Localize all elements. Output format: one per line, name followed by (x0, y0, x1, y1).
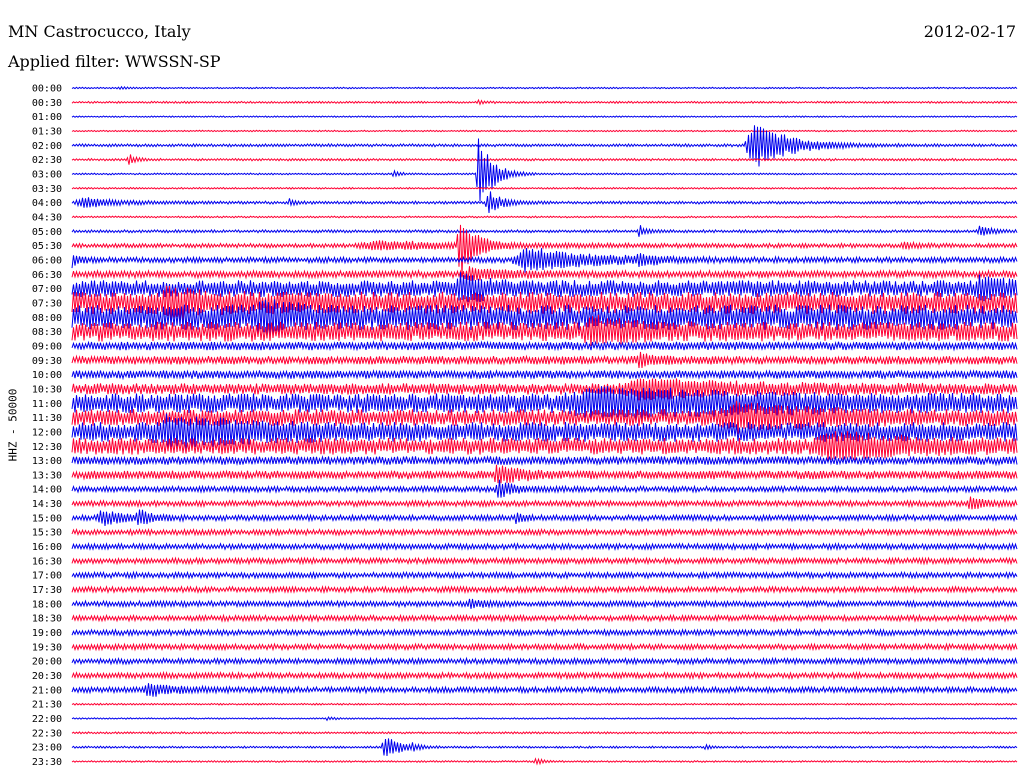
trace-1430 (71, 496, 1018, 510)
trace-1900 (71, 627, 1018, 638)
trace-2000 (71, 656, 1018, 666)
trace-0630 (71, 266, 1018, 281)
time-label: 22:30 (32, 728, 62, 739)
time-label: 12:00 (32, 427, 62, 438)
time-label: 09:30 (32, 356, 62, 367)
time-label: 12:30 (32, 442, 62, 453)
time-label: 05:00 (32, 227, 62, 238)
trace-0230 (71, 154, 1018, 165)
time-label: 20:30 (32, 671, 62, 682)
trace-0530 (71, 224, 1018, 277)
time-label: 02:00 (32, 141, 62, 152)
time-label: 04:00 (32, 198, 62, 209)
trace-0600 (71, 248, 1018, 273)
time-label: 17:30 (32, 585, 62, 596)
time-label: 21:30 (32, 700, 62, 711)
time-label: 13:30 (32, 470, 62, 481)
time-label: 00:30 (32, 98, 62, 109)
trace-0900 (71, 340, 1018, 352)
time-label: 05:30 (32, 241, 62, 252)
time-label: 13:00 (32, 456, 62, 467)
trace-0000 (71, 85, 1018, 91)
trace-0330 (71, 186, 1018, 190)
time-label: 19:00 (32, 628, 62, 639)
time-label: 06:00 (32, 255, 62, 266)
time-label: 03:00 (32, 169, 62, 180)
time-label: 21:00 (32, 685, 62, 696)
time-label: 06:30 (32, 270, 62, 281)
time-label: 17:00 (32, 571, 62, 582)
time-label: 22:00 (32, 714, 62, 725)
time-label: 09:00 (32, 341, 62, 352)
trace-1930 (71, 642, 1018, 652)
time-label: 03:30 (32, 184, 62, 195)
trace-1600 (71, 541, 1018, 552)
time-label: 23:30 (32, 757, 62, 768)
time-label: 14:00 (32, 485, 62, 496)
time-label: 11:00 (32, 399, 62, 410)
trace-0930 (71, 351, 1018, 368)
time-label: 10:00 (32, 370, 62, 381)
time-label: 16:00 (32, 542, 62, 553)
trace-2030 (71, 670, 1018, 681)
trace-1730 (71, 584, 1018, 595)
time-label: 01:30 (32, 126, 62, 137)
time-label: 01:00 (32, 112, 62, 123)
time-label: 00:00 (32, 84, 62, 95)
time-label: 02:30 (32, 155, 62, 166)
trace-0430 (71, 215, 1018, 219)
trace-0300 (71, 138, 1018, 202)
time-label: 04:30 (32, 212, 62, 223)
trace-0100 (71, 115, 1018, 119)
trace-2100 (71, 683, 1018, 697)
trace-0030 (71, 98, 1018, 106)
time-label: 18:00 (32, 599, 62, 610)
time-label: 08:30 (32, 327, 62, 338)
trace-0500 (71, 225, 1018, 237)
trace-1700 (71, 570, 1018, 580)
time-label: 14:30 (32, 499, 62, 510)
time-label: 20:00 (32, 657, 62, 668)
trace-2330 (71, 757, 1018, 766)
trace-1330 (71, 464, 1018, 484)
trace-2230 (71, 731, 1018, 735)
trace-2200 (71, 716, 1018, 722)
trace-2130 (71, 702, 1018, 706)
time-label: 10:30 (32, 384, 62, 395)
time-label: 18:30 (32, 614, 62, 625)
time-label: 15:00 (32, 513, 62, 524)
trace-1300 (71, 455, 1018, 467)
trace-1000 (71, 368, 1018, 381)
trace-1630 (71, 556, 1018, 566)
time-label: 15:30 (32, 528, 62, 539)
time-label: 16:30 (32, 556, 62, 567)
trace-1800 (71, 598, 1018, 609)
trace-0130 (71, 129, 1018, 133)
time-label: 19:30 (32, 642, 62, 653)
trace-1400 (71, 479, 1018, 498)
time-label: 23:00 (32, 743, 62, 754)
time-label: 08:00 (32, 313, 62, 324)
trace-1530 (71, 527, 1018, 537)
trace-2300 (71, 738, 1018, 757)
time-label: 07:00 (32, 284, 62, 295)
seismogram-plot: 00:00 00:30 01:00 01:30 02:00 02:30 03:00 03:30… (32, 84, 1018, 768)
trace-1500 (71, 509, 1018, 526)
time-label: 07:30 (32, 298, 62, 309)
trace-1830 (71, 613, 1018, 623)
time-label: 11:30 (32, 413, 62, 424)
trace-0400 (71, 191, 1018, 214)
